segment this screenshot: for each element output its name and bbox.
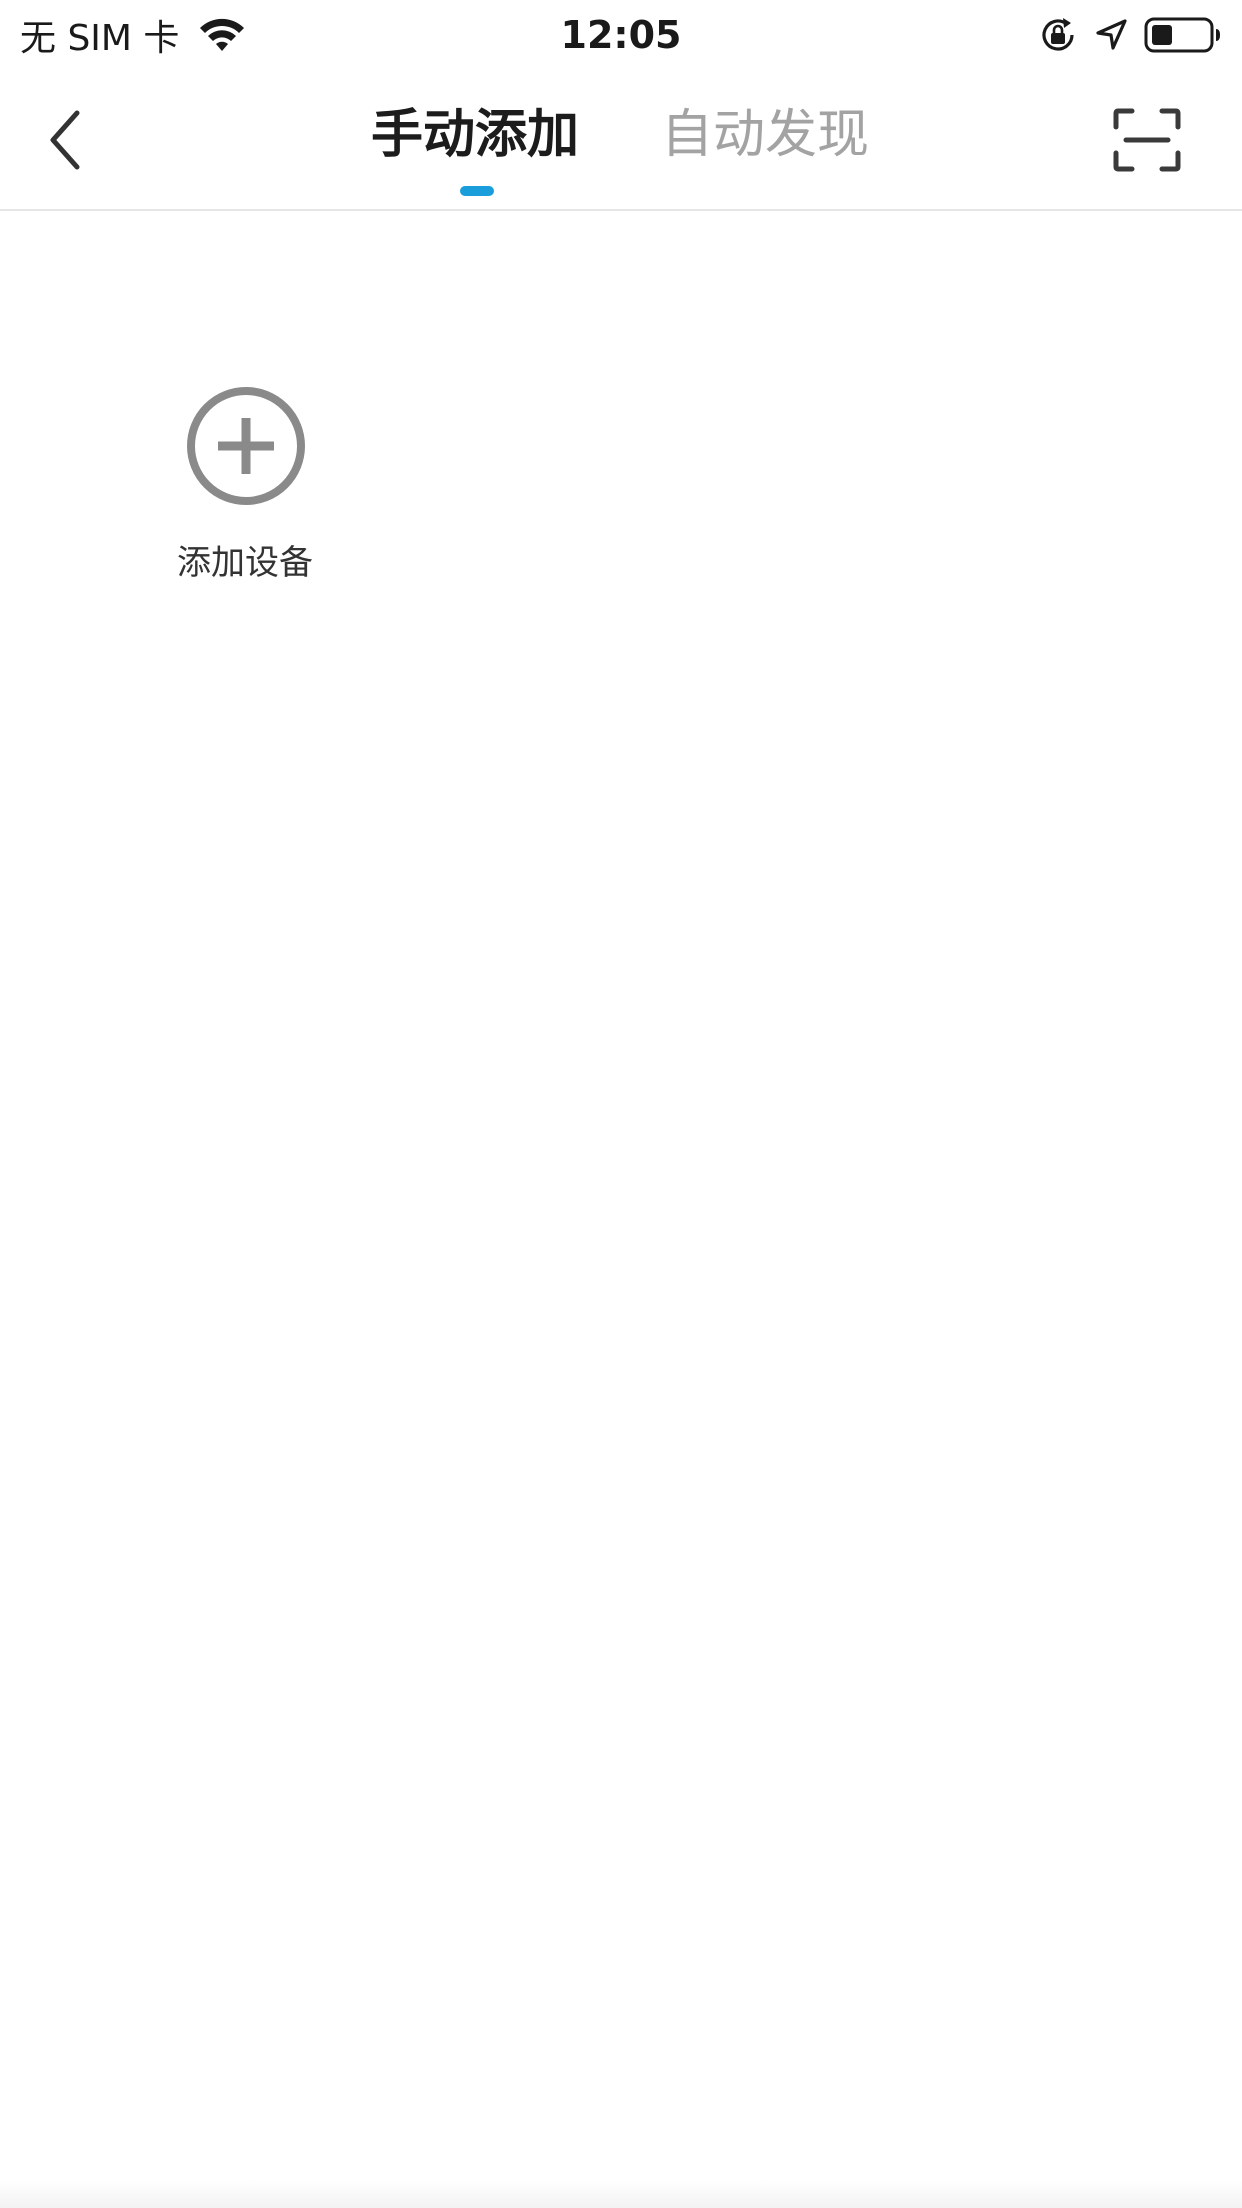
back-button[interactable] [30,100,100,180]
location-arrow-icon [1096,19,1127,50]
add-device-button[interactable]: 添加设备 [160,380,330,590]
tab-auto-discover[interactable]: 自动发现 [655,100,875,180]
status-right [1038,12,1222,58]
scan-button[interactable] [1107,100,1187,180]
add-device-label: 添加设备 [177,543,313,583]
active-tab-indicator [460,186,494,196]
status-bar: 无 SIM 卡 12:05 [0,0,1242,70]
tab-manual-add[interactable]: 手动添加 [365,100,585,180]
nav-bar: 手动添加 自动发现 [0,70,1242,210]
nav-divider [0,209,1242,211]
bottom-edge [0,2180,1242,2208]
scan-icon [1113,108,1181,172]
add-circle-icon [187,387,305,505]
battery-icon [1144,17,1220,53]
chevron-left-icon [50,110,80,170]
rotation-lock-icon [1042,18,1074,51]
